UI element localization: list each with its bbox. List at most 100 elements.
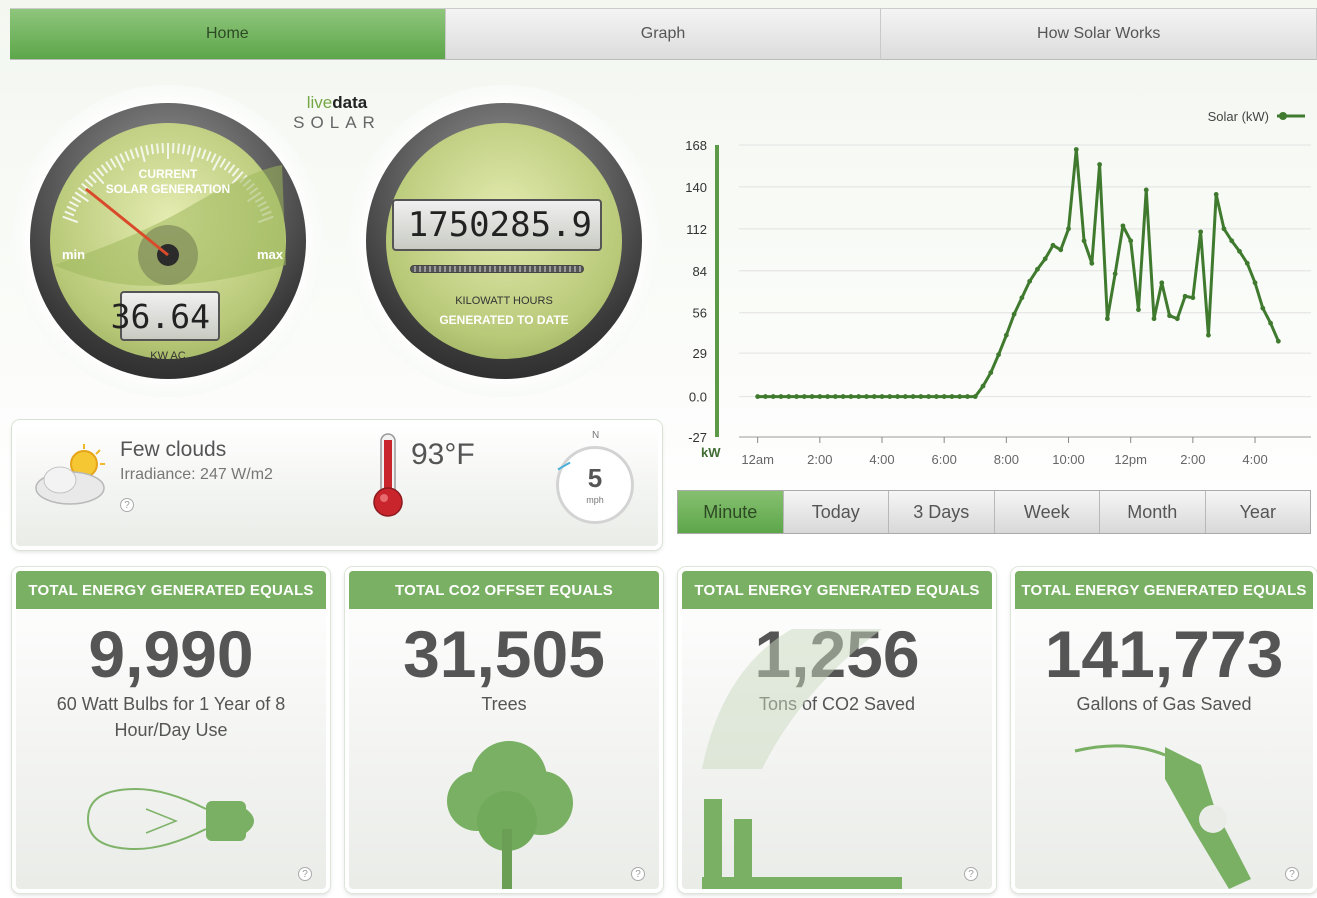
weather-help-icon[interactable]: ? bbox=[120, 498, 134, 512]
card-value: 9,990 bbox=[88, 617, 254, 691]
gauge-tick bbox=[69, 200, 79, 208]
data-point bbox=[794, 394, 799, 399]
card-header: TOTAL ENERGY GENERATED EQUALS bbox=[16, 571, 326, 609]
range-year-button[interactable]: Year bbox=[1205, 491, 1310, 533]
data-point bbox=[1128, 238, 1134, 244]
data-point bbox=[879, 394, 885, 399]
tab-graph[interactable]: Graph bbox=[445, 9, 882, 60]
card-header: TOTAL ENERGY GENERATED EQUALS bbox=[682, 571, 992, 609]
total-unit-line1: KILOWATT HOURS bbox=[455, 295, 553, 307]
wind-compass: 5 mph bbox=[556, 446, 634, 524]
gauge-tick bbox=[201, 149, 207, 160]
data-point bbox=[1190, 295, 1196, 301]
main-nav: Home Graph How Solar Works bbox=[10, 8, 1317, 60]
data-point bbox=[809, 394, 815, 399]
data-point bbox=[1081, 238, 1087, 244]
data-point bbox=[1268, 320, 1273, 326]
total-unit-line2: GENERATED TO DATE bbox=[439, 313, 569, 327]
x-tick-label: 8:00 bbox=[994, 452, 1019, 467]
data-point bbox=[957, 394, 963, 399]
data-point bbox=[1174, 316, 1180, 322]
weather-panel: Few clouds Irradiance: 247 W/m2 ? 93°F N… bbox=[12, 420, 662, 550]
y-tick-label: 112 bbox=[686, 222, 707, 237]
y-tick-label: 29 bbox=[693, 346, 707, 361]
gauge-min-label: min bbox=[62, 247, 86, 262]
y-tick-label: 140 bbox=[685, 180, 707, 195]
y-tick-label: 0.0 bbox=[689, 390, 707, 405]
range-3-days-button[interactable]: 3 Days bbox=[889, 491, 995, 533]
data-point bbox=[817, 394, 823, 399]
y-axis-label: kW bbox=[701, 445, 721, 460]
tab-home[interactable]: Home bbox=[10, 9, 446, 60]
data-point bbox=[1213, 192, 1219, 197]
card-bulbs: TOTAL ENERGY GENERATED EQUALS 9,990 60 W… bbox=[12, 567, 330, 893]
data-point bbox=[864, 394, 869, 399]
y-tick-label: 168 bbox=[685, 138, 707, 153]
gauge-tick bbox=[71, 196, 82, 204]
gauge-tick bbox=[210, 153, 217, 164]
gauge-tick bbox=[156, 143, 160, 154]
data-point bbox=[1167, 313, 1172, 319]
data-point bbox=[1066, 226, 1071, 232]
gauge-tick bbox=[150, 144, 155, 155]
wind-speed: 5 bbox=[587, 463, 603, 493]
gauge-tick bbox=[145, 144, 150, 156]
data-point bbox=[1104, 316, 1110, 322]
y-tick-label: 56 bbox=[693, 306, 707, 321]
data-point bbox=[988, 370, 994, 376]
range-minute-button[interactable]: Minute bbox=[678, 491, 784, 533]
data-point bbox=[832, 394, 838, 399]
gauge-tick bbox=[186, 144, 191, 156]
total-generation-gauge: 1750285.9 KILOWATT HOURS GENERATED TO DA… bbox=[348, 85, 660, 397]
gauge-tick bbox=[134, 147, 140, 158]
data-point bbox=[1198, 229, 1204, 235]
data-point bbox=[1206, 332, 1211, 338]
x-tick-label: 2:00 bbox=[807, 452, 832, 467]
x-tick-label: 4:00 bbox=[1242, 452, 1267, 467]
data-point bbox=[1019, 295, 1025, 301]
y-tick-label: 84 bbox=[693, 264, 707, 279]
card-description: Trees bbox=[481, 694, 527, 714]
data-point bbox=[949, 394, 955, 399]
data-point bbox=[1112, 271, 1118, 277]
progress-strip bbox=[410, 265, 584, 273]
tree-icon bbox=[447, 741, 573, 889]
data-point bbox=[1159, 280, 1165, 286]
data-point bbox=[1011, 311, 1017, 317]
y-tick-label: -27 bbox=[688, 430, 707, 445]
data-point bbox=[910, 394, 916, 399]
x-tick-label: 2:00 bbox=[1180, 452, 1205, 467]
gauge-tick bbox=[181, 144, 186, 155]
x-tick-label: 4:00 bbox=[869, 452, 894, 467]
gauge-tick bbox=[196, 147, 202, 158]
gauge-tick bbox=[66, 205, 77, 212]
card-help-icon[interactable]: ? bbox=[964, 867, 978, 881]
data-point bbox=[1229, 238, 1235, 244]
data-point bbox=[786, 394, 792, 399]
partly-cloudy-icon bbox=[35, 444, 105, 505]
range-week-button[interactable]: Week bbox=[994, 491, 1100, 533]
data-point bbox=[887, 394, 893, 399]
card-help-icon[interactable]: ? bbox=[631, 867, 645, 881]
x-tick-label: 6:00 bbox=[932, 452, 957, 467]
range-month-button[interactable]: Month bbox=[1100, 491, 1206, 533]
data-point bbox=[848, 394, 854, 399]
card-co2: TOTAL ENERGY GENERATED EQUALS 1,256 Tons… bbox=[678, 567, 996, 893]
range-today-button[interactable]: Today bbox=[783, 491, 889, 533]
gauges-panel: CURRENT SOLAR GENERATION min max 36.64 K… bbox=[12, 75, 662, 420]
range-selector: Minute Today 3 Days Week Month Year bbox=[677, 490, 1311, 534]
data-point bbox=[1252, 280, 1258, 286]
gauge-tick bbox=[190, 146, 197, 163]
card-value: 31,505 bbox=[403, 617, 605, 691]
card-description: 60 Watt Bulbs for 1 Year of 8 Hour/Day U… bbox=[56, 694, 286, 740]
tab-how-solar-works[interactable]: How Solar Works bbox=[881, 9, 1317, 60]
gauge-tick bbox=[62, 215, 79, 224]
data-point bbox=[1151, 316, 1157, 322]
solar-chart[interactable]: 168 140 112 84 56 29 0.0 -27 kW 12am 2:00 4:00 6:00 8… bbox=[677, 95, 1317, 475]
card-help-icon[interactable]: ? bbox=[298, 867, 312, 881]
gauge-tick bbox=[176, 143, 180, 154]
data-point bbox=[763, 394, 768, 399]
card-help-icon[interactable]: ? bbox=[1285, 867, 1299, 881]
data-point bbox=[1073, 147, 1079, 152]
data-point bbox=[1237, 248, 1242, 254]
